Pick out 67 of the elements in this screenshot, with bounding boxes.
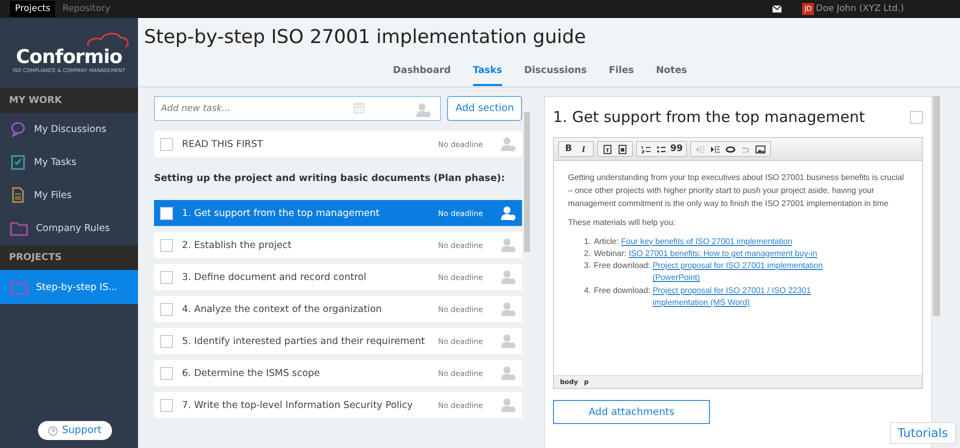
bulleted-list-icon bbox=[656, 144, 667, 154]
link-icon bbox=[725, 144, 736, 154]
material-link[interactable]: Project proposal for ISO 27001 implementation (PowerPoint) bbox=[652, 260, 843, 285]
list-item-text: Free download: Project proposal for ISO 27001 / ISO 22301 implementation (MS Word) bbox=[594, 284, 843, 310]
task-checkbox[interactable] bbox=[160, 138, 173, 150]
paste-text-icon bbox=[602, 144, 613, 154]
material-link[interactable]: Four key benefits of ISO 27001 implementation bbox=[621, 236, 792, 248]
sidebar-item[interactable]: My Discussions bbox=[0, 113, 138, 146]
list-number: 2. bbox=[584, 248, 591, 260]
folder-icon bbox=[10, 220, 28, 236]
indent-icon bbox=[710, 144, 721, 154]
sidebar-item[interactable]: My Files bbox=[0, 179, 138, 212]
checklist-icon bbox=[10, 154, 26, 170]
task-checkbox[interactable] bbox=[160, 238, 173, 252]
sidebar-item[interactable]: My Tasks bbox=[0, 146, 138, 179]
add-section-button[interactable]: Add section bbox=[447, 96, 522, 121]
sidebar-heading: PROJECTS bbox=[0, 245, 138, 270]
task-checkbox[interactable] bbox=[910, 110, 923, 124]
calendar-icon[interactable] bbox=[353, 102, 366, 114]
page-tab[interactable]: Dashboard bbox=[392, 65, 451, 86]
material-link[interactable]: ISO 27001 benefits: How to get management buy-in bbox=[628, 248, 818, 260]
quote-button[interactable]: 99 bbox=[669, 142, 684, 156]
description-paragraph: Getting understanding from your top executives about ISO 27001 business benefits is crucial – once other projects with higher priority start to push your project aside, having your management commitment is the only way to finish the ISO 27001 implementation in time bbox=[568, 172, 905, 210]
top-tab[interactable]: Repository bbox=[57, 1, 116, 17]
document-icon bbox=[10, 187, 26, 203]
numbered-list-icon bbox=[641, 144, 652, 154]
chat-icon bbox=[10, 121, 26, 137]
task-checkbox[interactable] bbox=[160, 334, 173, 348]
scrollbar[interactable] bbox=[524, 112, 530, 252]
help-icon bbox=[48, 426, 58, 436]
folder-icon bbox=[10, 279, 28, 295]
bold-button[interactable]: B bbox=[561, 142, 576, 156]
top-tab[interactable]: Projects bbox=[10, 1, 56, 17]
sidebar-item[interactable]: Step-by-step IS... bbox=[0, 270, 138, 305]
paste-word-icon bbox=[617, 144, 628, 154]
description-paragraph: These materials will help you: bbox=[568, 217, 676, 230]
material-link[interactable]: Project proposal for ISO 27001 / ISO 22301 implementation (MS Word) bbox=[652, 284, 843, 310]
sidebar-heading: MY WORK bbox=[0, 88, 138, 113]
image-icon bbox=[755, 144, 766, 154]
user-name[interactable]: Doe John (XYZ Ltd.) bbox=[816, 4, 904, 14]
assign-person-icon[interactable] bbox=[500, 205, 516, 221]
mail-icon[interactable] bbox=[772, 5, 782, 13]
text-editor[interactable] bbox=[553, 137, 923, 389]
task-title: 1. Get support from the top management bbox=[553, 108, 865, 126]
list-item-text: Article: Four key benefits of ISO 27001 implementation bbox=[594, 236, 792, 248]
outdent-icon bbox=[695, 144, 706, 154]
support-button[interactable]: Support bbox=[38, 421, 112, 440]
scrollbar[interactable] bbox=[933, 96, 940, 316]
page-tab[interactable]: Discussions bbox=[524, 65, 587, 86]
task-checkbox[interactable] bbox=[160, 206, 173, 220]
task-checkbox[interactable] bbox=[160, 398, 173, 412]
add-attachments-button[interactable]: Add attachments bbox=[553, 400, 710, 424]
page-tab[interactable]: Tasks bbox=[472, 65, 502, 86]
section-heading: Setting up the project and writing basic documents (Plan phase): bbox=[154, 172, 506, 186]
list-number: 1. bbox=[584, 236, 591, 248]
list-item-text: Free download: Project proposal for ISO 27001 implementation (PowerPoint) bbox=[594, 260, 843, 285]
page-tab[interactable]: Files bbox=[608, 65, 634, 86]
list-number: 3. bbox=[584, 260, 591, 272]
task-checkbox[interactable] bbox=[160, 302, 173, 316]
italic-button[interactable]: I bbox=[576, 142, 591, 156]
task-checkbox[interactable] bbox=[160, 366, 173, 380]
list-number: 4. bbox=[584, 284, 591, 297]
list-item-text: Webinar: ISO 27001 benefits: How to get management buy-in bbox=[594, 248, 818, 260]
task-checkbox[interactable] bbox=[160, 270, 173, 284]
page-tab[interactable]: Notes bbox=[656, 65, 688, 86]
tutorials-button[interactable]: Tutorials bbox=[890, 422, 956, 444]
page-title: Step-by-step ISO 27001 implementation guide bbox=[143, 25, 587, 50]
